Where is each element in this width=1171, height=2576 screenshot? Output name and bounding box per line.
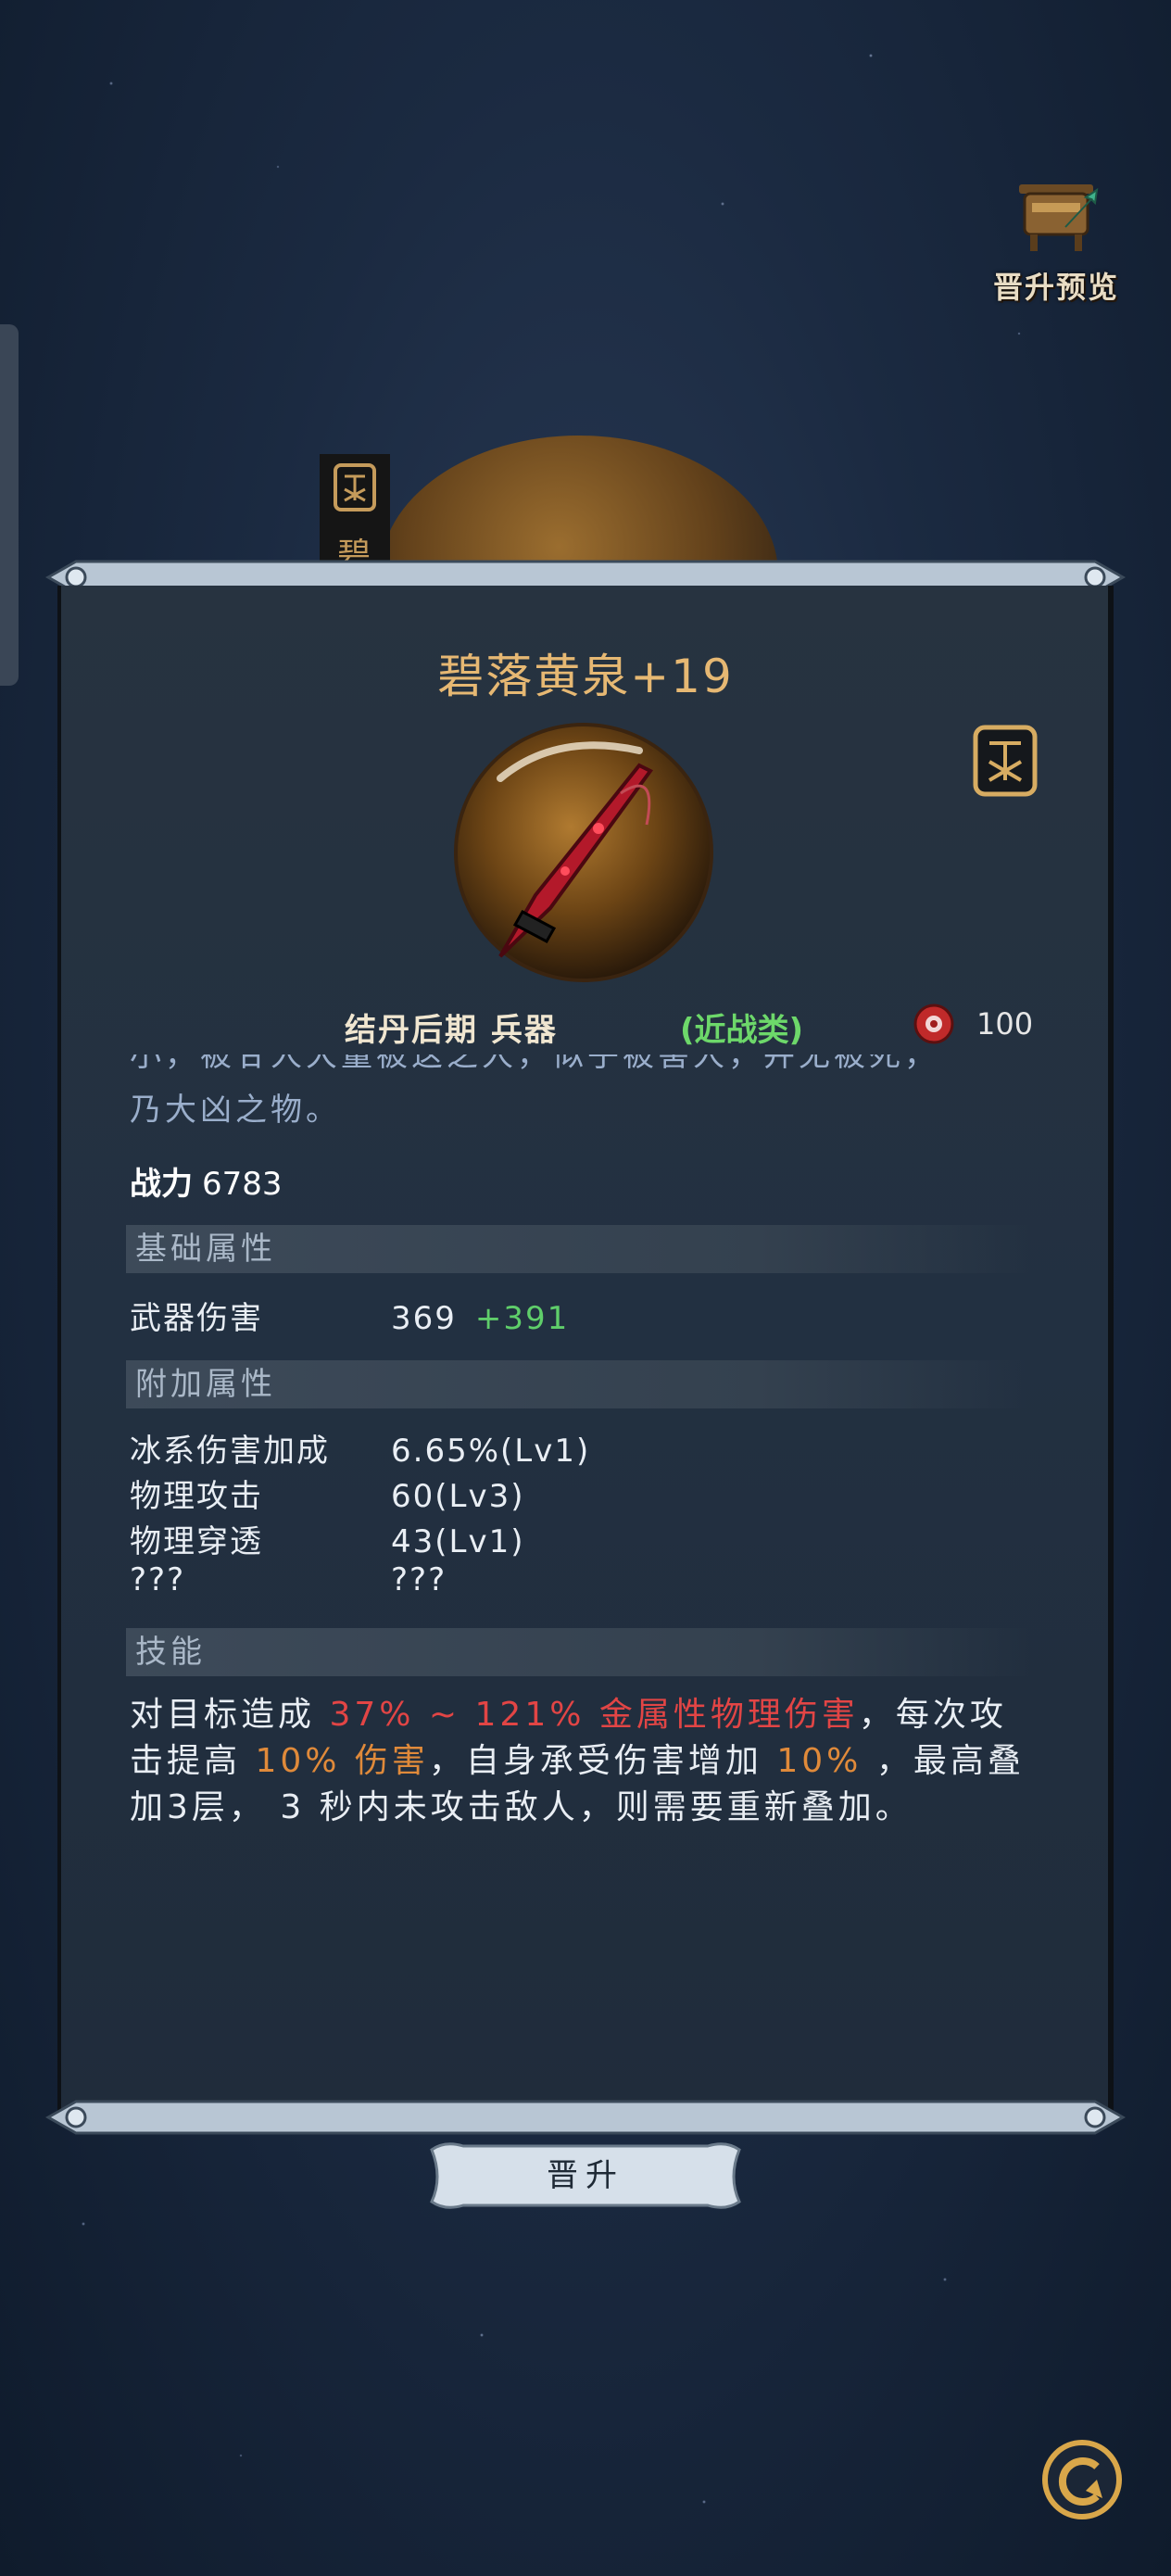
- attr-value: 60(Lv3): [391, 1478, 525, 1515]
- item-realm-type: 结丹后期 兵器: [345, 1012, 558, 1049]
- scroll-bottom-rod: [44, 2100, 1127, 2135]
- side-pull-tab[interactable]: [0, 324, 19, 686]
- grade-stamp-icon: [334, 463, 376, 511]
- attr-name: 武器伤害: [130, 1300, 263, 1337]
- weapon-dagger-icon: [454, 723, 713, 982]
- promote-button-label: 晋升: [547, 2157, 624, 2194]
- attr-name: 物理攻击: [130, 1478, 263, 1515]
- promotion-preview-label: 晋升预览: [992, 270, 1119, 305]
- cauldron-icon: [1019, 184, 1099, 251]
- item-category: (近战类): [680, 1012, 804, 1049]
- back-arrow-icon[interactable]: [1038, 2435, 1127, 2524]
- skill-description: 对目标造成 37% ~ 121% 金属性物理伤害，每次攻击提高 10% 伤害，自…: [130, 1692, 1038, 1831]
- attr-value: 6.65%(Lv1): [391, 1433, 591, 1470]
- attr-row: 物理穿透 43(Lv1): [130, 1516, 525, 1561]
- attr-value: 369: [391, 1300, 457, 1337]
- promotion-preview-button[interactable]: 晋升预览: [973, 171, 1140, 310]
- combat-power: 战力 6783: [130, 1158, 283, 1204]
- attr-row: ??????: [130, 1561, 447, 1598]
- item-description-clipped[interactable]: 小，被甘人大量被这之人，似乎被害人，并无被死，: [130, 1054, 1038, 1077]
- section-skill: 技能: [126, 1628, 1030, 1676]
- promote-button[interactable]: 晋升: [426, 2140, 745, 2211]
- attr-bonus: +391: [474, 1300, 570, 1337]
- red-gem-icon: [913, 1004, 954, 1044]
- skill-damage-range: 37% ~ 121% 金属性物理伤害: [329, 1696, 859, 1734]
- skill-text: ，自身承受伤害增加: [428, 1742, 777, 1780]
- item-title: 碧落黄泉+19: [437, 650, 734, 703]
- attr-value: 43(Lv1): [391, 1523, 525, 1560]
- combat-power-label: 战力: [130, 1166, 193, 1203]
- skill-taken-increase: 10%: [776, 1742, 863, 1780]
- section-base-attributes: 基础属性: [126, 1225, 1030, 1273]
- attr-name: 冰系伤害加成: [130, 1433, 330, 1470]
- attr-value: ???: [391, 1561, 447, 1598]
- combat-power-value: 6783: [202, 1166, 283, 1203]
- attr-name: ???: [130, 1561, 186, 1598]
- item-level-value: 100: [976, 1006, 1034, 1042]
- item-description-last-line: 乃大凶之物。: [130, 1092, 341, 1129]
- skill-damage-increase: 10% 伤害: [255, 1742, 429, 1780]
- attr-row: 武器伤害 369 +391: [130, 1293, 569, 1338]
- attr-row: 物理攻击 60(Lv3): [130, 1471, 525, 1516]
- grade-stamp-icon: [973, 725, 1038, 797]
- section-extra-attributes: 附加属性: [126, 1360, 1030, 1408]
- attr-name: 物理穿透: [130, 1523, 263, 1560]
- attr-row: 冰系伤害加成 6.65%(Lv1): [130, 1425, 590, 1471]
- skill-text: 对目标造成: [130, 1696, 330, 1734]
